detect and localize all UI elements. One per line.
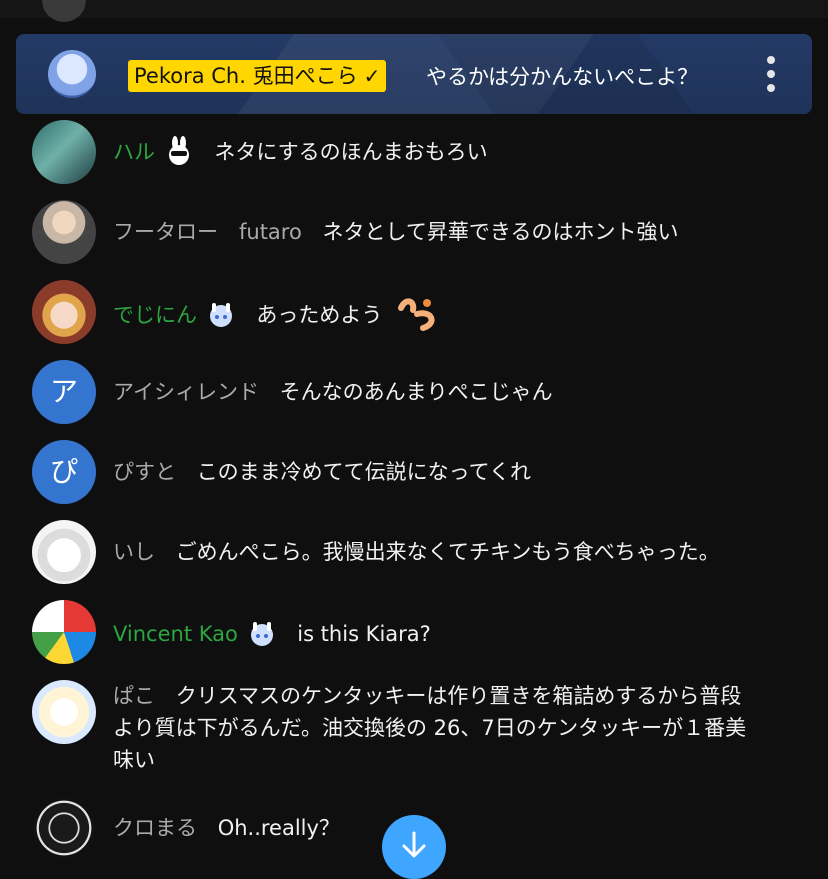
author-name[interactable]: ハル bbox=[113, 140, 155, 164]
message-text: ネタとして昇華できるのはホント強い bbox=[322, 220, 679, 244]
pinned-message-text: やるかは分かんないぺこよ？ bbox=[426, 65, 699, 89]
message-text: そんなのあんまりぺこじゃん bbox=[279, 380, 553, 404]
avatar[interactable] bbox=[32, 520, 96, 584]
author-name[interactable]: ぴすと bbox=[113, 460, 176, 484]
pekora-emoji-icon bbox=[397, 294, 445, 334]
author-name[interactable]: Vincent Kao bbox=[113, 622, 238, 646]
message-text: Oh..really？ bbox=[217, 816, 340, 840]
author-name[interactable]: アイシィレンド bbox=[113, 380, 259, 404]
pinned-message-banner[interactable]: Pekora Ch. 兎田ぺこら ✓ やるかは分かんないぺこよ？ bbox=[16, 34, 812, 114]
pinned-author-chip[interactable]: Pekora Ch. 兎田ぺこら ✓ bbox=[128, 60, 387, 92]
member-badge-icon bbox=[164, 136, 194, 166]
avatar bbox=[42, 0, 86, 22]
message-text: ごめんぺこら。我慢出来なくてチキンもう食べちゃった。 bbox=[175, 540, 720, 564]
more-vert-icon[interactable] bbox=[760, 54, 782, 94]
avatar[interactable] bbox=[32, 680, 96, 744]
message-text: あっためよう bbox=[256, 303, 383, 327]
author-name[interactable]: フータロー futaro bbox=[113, 220, 302, 244]
avatar[interactable]: ア bbox=[32, 360, 96, 424]
author-name[interactable]: ぱこ bbox=[113, 684, 155, 708]
arrow-down-icon bbox=[402, 831, 426, 858]
checkmark-icon: ✓ bbox=[363, 64, 381, 88]
author-name[interactable]: いし bbox=[113, 540, 155, 564]
message-text: ネタにするのほんまおもろい bbox=[214, 140, 488, 164]
message-text: 味い bbox=[113, 748, 155, 772]
author-name[interactable]: でじにん bbox=[113, 303, 197, 327]
member-badge-icon bbox=[206, 299, 236, 329]
avatar[interactable] bbox=[32, 796, 96, 860]
pinned-author-name: Pekora Ch. 兎田ぺこら bbox=[134, 64, 358, 88]
avatar[interactable] bbox=[32, 280, 96, 344]
message-text: このまま冷めてて伝説になってくれ bbox=[196, 460, 532, 484]
member-badge-icon bbox=[247, 618, 277, 648]
avatar[interactable] bbox=[32, 120, 96, 184]
message-text: is this Kiara? bbox=[297, 622, 431, 646]
avatar[interactable] bbox=[32, 600, 96, 664]
avatar[interactable]: ぴ bbox=[32, 440, 96, 504]
avatar[interactable] bbox=[32, 200, 96, 264]
message-text: より質は下がるんだ。油交換後の 26、7日のケンタッキーが１番美 bbox=[113, 716, 747, 740]
scroll-to-bottom-button[interactable] bbox=[382, 815, 446, 879]
author-name[interactable]: クロまる bbox=[113, 816, 197, 840]
avatar bbox=[48, 50, 96, 98]
top-bar bbox=[0, 0, 828, 18]
message-text: クリスマスのケンタッキーは作り置きを箱詰めするから普段 bbox=[175, 684, 742, 708]
